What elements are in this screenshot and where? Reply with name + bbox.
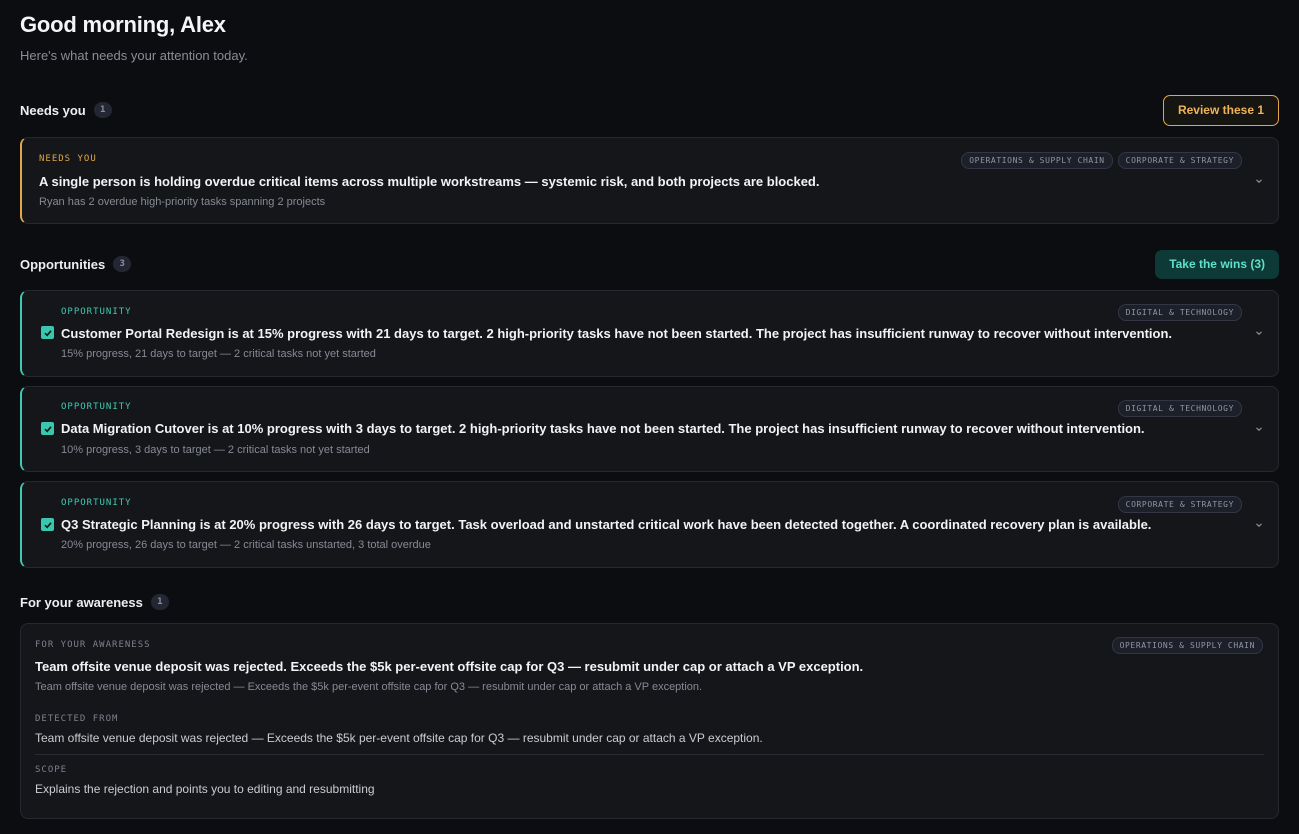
card-kicker: FOR YOUR AWARENESS bbox=[35, 640, 151, 650]
card-tags: DIGITAL & TECHNOLOGY bbox=[1117, 304, 1242, 321]
card-subtitle: 15% progress, 21 days to target — 2 crit… bbox=[61, 348, 376, 360]
needs-you-count: 1 bbox=[93, 102, 112, 118]
awareness-label: For your awareness bbox=[20, 594, 143, 610]
card-tags: OPERATIONS & SUPPLY CHAIN CORPORATE & ST… bbox=[961, 152, 1242, 169]
tag: DIGITAL & TECHNOLOGY bbox=[1117, 400, 1242, 417]
tag: DIGITAL & TECHNOLOGY bbox=[1117, 304, 1242, 321]
page-title: Good morning, Alex bbox=[20, 12, 226, 37]
card-subtitle: Ryan has 2 overdue high-priority tasks s… bbox=[39, 196, 326, 208]
chevron-down-icon[interactable] bbox=[1254, 520, 1264, 530]
chevron-down-icon[interactable] bbox=[1254, 176, 1264, 186]
opportunity-card[interactable]: OPPORTUNITY CORPORATE & STRATEGY Q3 Stra… bbox=[20, 481, 1279, 568]
opportunity-checkbox[interactable] bbox=[41, 518, 54, 531]
opportunities-count: 3 bbox=[113, 256, 132, 272]
scope-text: Explains the rejection and points you to… bbox=[35, 782, 375, 796]
card-kicker: OPPORTUNITY bbox=[61, 402, 132, 412]
check-icon bbox=[43, 521, 52, 528]
tag: CORPORATE & STRATEGY bbox=[1117, 496, 1242, 513]
tag: OPERATIONS & SUPPLY CHAIN bbox=[1111, 637, 1263, 654]
card-kicker: OPPORTUNITY bbox=[61, 498, 132, 508]
check-icon bbox=[43, 425, 52, 432]
card-title: Data Migration Cutover is at 10% progres… bbox=[61, 421, 1145, 436]
page-subtitle: Here's what needs your attention today. bbox=[20, 48, 248, 63]
scope-label: SCOPE bbox=[35, 765, 68, 775]
card-subtitle: 20% progress, 26 days to target — 2 crit… bbox=[61, 539, 431, 551]
card-title: Customer Portal Redesign is at 15% progr… bbox=[61, 326, 1173, 341]
review-button[interactable]: Review these 1 bbox=[1162, 94, 1279, 126]
opportunity-checkbox[interactable] bbox=[41, 326, 54, 339]
awareness-header: For your awareness 1 bbox=[20, 587, 1279, 617]
opportunity-checkbox[interactable] bbox=[41, 422, 54, 435]
card-tags: OPERATIONS & SUPPLY CHAIN bbox=[1111, 637, 1263, 654]
divider bbox=[35, 754, 1264, 755]
opportunities-title: Opportunities 3 bbox=[20, 256, 132, 272]
tag: CORPORATE & STRATEGY bbox=[1117, 152, 1242, 169]
card-title: Q3 Strategic Planning is at 20% progress… bbox=[61, 517, 1152, 532]
awareness-card[interactable]: FOR YOUR AWARENESS OPERATIONS & SUPPLY C… bbox=[20, 623, 1279, 819]
awareness-count: 1 bbox=[150, 594, 169, 610]
card-subtitle: Team offsite venue deposit was rejected … bbox=[35, 681, 703, 693]
opportunity-card[interactable]: OPPORTUNITY DIGITAL & TECHNOLOGY Data Mi… bbox=[20, 386, 1279, 472]
awareness-title: For your awareness 1 bbox=[20, 594, 169, 610]
card-tags: DIGITAL & TECHNOLOGY bbox=[1117, 400, 1242, 417]
card-subtitle: 10% progress, 3 days to target — 2 criti… bbox=[61, 444, 370, 456]
chevron-down-icon[interactable] bbox=[1254, 424, 1264, 434]
opportunities-label: Opportunities bbox=[20, 256, 106, 272]
opportunities-header: Opportunities 3 Take the wins (3) bbox=[20, 249, 1279, 279]
card-kicker: OPPORTUNITY bbox=[61, 307, 132, 317]
needs-you-title: Needs you 1 bbox=[20, 102, 112, 118]
card-kicker: NEEDS YOU bbox=[39, 154, 97, 164]
check-icon bbox=[43, 329, 52, 336]
chevron-down-icon[interactable] bbox=[1254, 328, 1264, 338]
card-title: Team offsite venue deposit was rejected.… bbox=[35, 659, 864, 674]
needs-you-card[interactable]: NEEDS YOU OPERATIONS & SUPPLY CHAIN CORP… bbox=[20, 137, 1279, 224]
needs-you-label: Needs you bbox=[20, 102, 86, 118]
card-tags: CORPORATE & STRATEGY bbox=[1117, 496, 1242, 513]
take-wins-button[interactable]: Take the wins (3) bbox=[1155, 249, 1279, 279]
tag: OPERATIONS & SUPPLY CHAIN bbox=[961, 152, 1113, 169]
opportunity-card[interactable]: OPPORTUNITY DIGITAL & TECHNOLOGY Custome… bbox=[20, 290, 1279, 377]
needs-you-header: Needs you 1 Review these 1 bbox=[20, 94, 1279, 126]
card-title: A single person is holding overdue criti… bbox=[39, 174, 820, 189]
detected-from-text: Team offsite venue deposit was rejected … bbox=[35, 731, 763, 745]
detected-from-label: DETECTED FROM bbox=[35, 714, 119, 724]
